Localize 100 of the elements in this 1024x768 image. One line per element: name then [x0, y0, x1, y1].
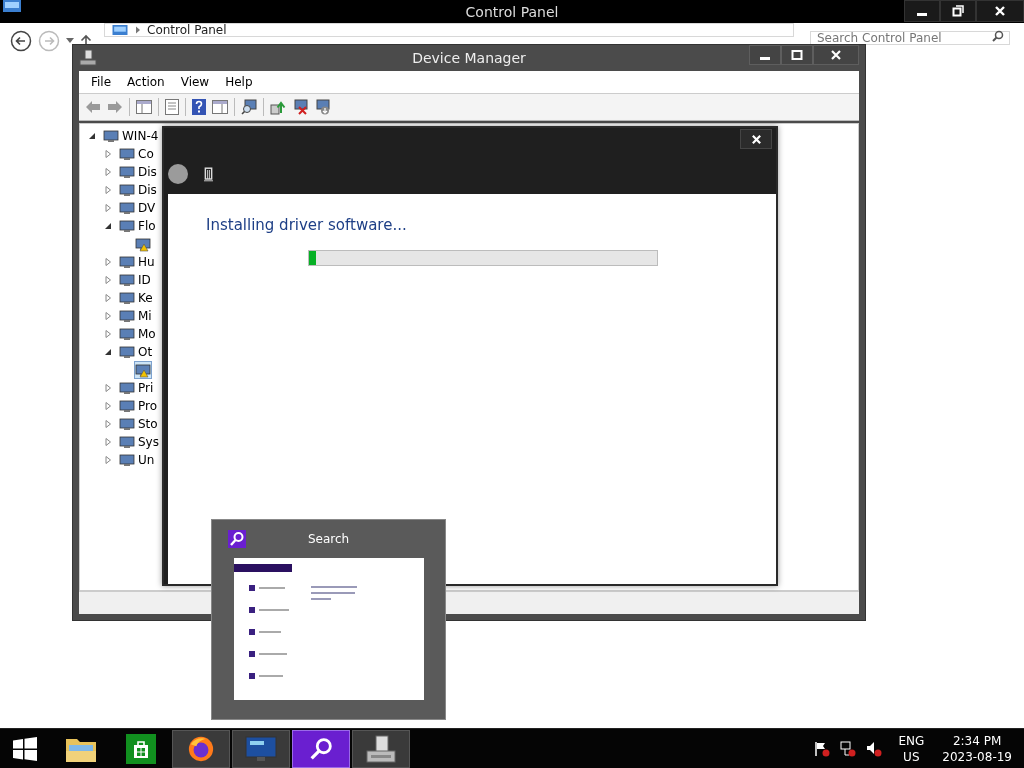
expand-arrow-icon[interactable] [104, 420, 112, 428]
taskbar-button[interactable] [352, 729, 410, 768]
device-icon [119, 380, 135, 396]
expand-arrow-icon[interactable] [104, 150, 112, 158]
collapse-arrow-icon[interactable] [88, 132, 96, 140]
properties-icon[interactable] [165, 99, 179, 115]
control-panel-icon [111, 25, 129, 35]
network-icon[interactable] [840, 740, 857, 757]
caret-icon[interactable] [66, 38, 74, 44]
tree-item[interactable]: WIN-4 [102, 127, 160, 145]
close-button[interactable] [813, 45, 859, 65]
expand-arrow-icon[interactable] [104, 402, 112, 410]
search-field[interactable]: Search Control Panel [810, 30, 1010, 45]
maximize-button[interactable] [781, 45, 813, 65]
back-arrow-icon[interactable] [85, 100, 101, 114]
expand-arrow-icon[interactable] [104, 204, 112, 212]
tree-item[interactable]: Dis [118, 181, 158, 199]
tree-item[interactable]: Un [118, 451, 156, 469]
minimize-icon [917, 12, 927, 16]
device-icon [119, 326, 135, 342]
tree-item[interactable]: Pro [118, 397, 159, 415]
device-icon [119, 200, 135, 216]
device-icon [119, 272, 135, 288]
device-icon [119, 182, 135, 198]
tree-item[interactable]: Hu [118, 253, 156, 271]
monitor-icon [245, 734, 277, 763]
browser-globe-icon [187, 734, 215, 763]
device-icon [204, 166, 213, 182]
update-driver-icon[interactable] [270, 99, 286, 115]
address-bar[interactable]: Control Panel [104, 23, 794, 37]
expand-arrow-icon[interactable] [104, 276, 112, 284]
help-icon[interactable] [192, 99, 206, 115]
expand-arrow-icon[interactable] [104, 168, 112, 176]
windows-logo-icon [13, 736, 37, 761]
menu-item[interactable]: View [172, 73, 218, 91]
minimize-icon [760, 56, 770, 60]
expand-arrow-icon[interactable] [104, 330, 112, 338]
maximize-icon [791, 49, 803, 61]
expand-arrow-icon[interactable] [104, 294, 112, 302]
taskbar-button[interactable] [172, 729, 230, 768]
action-pane-icon[interactable] [212, 100, 228, 114]
minimize-button[interactable] [904, 0, 940, 22]
expand-arrow-icon[interactable] [104, 186, 112, 194]
uninstall-icon[interactable] [314, 99, 330, 115]
tree-item[interactable]: Ot [118, 343, 154, 361]
forward-arrow-icon[interactable] [107, 100, 123, 114]
search-icon [992, 30, 1004, 42]
taskbar-thumbnail[interactable]: Search [211, 519, 446, 720]
store-bag-icon [126, 733, 156, 764]
disable-icon[interactable] [292, 99, 308, 115]
expand-arrow-icon[interactable] [104, 456, 112, 464]
flag-icon[interactable] [814, 740, 831, 757]
tree-item[interactable]: DV [118, 199, 157, 217]
window-title: Device Manager [412, 50, 526, 66]
speaker-icon[interactable] [866, 740, 883, 757]
tree-item[interactable]: Mo [118, 325, 157, 343]
device-icon [119, 344, 135, 360]
close-icon [830, 49, 842, 61]
close-button[interactable] [976, 0, 1024, 22]
menu-item[interactable]: Action [119, 73, 173, 91]
device-icon [135, 362, 151, 378]
tree-item[interactable]: Ke [118, 289, 154, 307]
tree-item[interactable] [134, 235, 152, 253]
collapse-arrow-icon[interactable] [104, 222, 112, 230]
device-icon [119, 218, 135, 234]
taskbar-button[interactable] [232, 729, 290, 768]
tree-item[interactable]: Sys [118, 433, 160, 451]
expand-arrow-icon[interactable] [104, 438, 112, 446]
restore-button[interactable] [940, 0, 976, 22]
device-icon [135, 236, 151, 252]
tree-item[interactable]: Sto [118, 415, 159, 433]
expand-arrow-icon[interactable] [104, 258, 112, 266]
collapse-arrow-icon[interactable] [104, 348, 112, 356]
tree-item[interactable]: ID [118, 271, 152, 289]
menu-item[interactable]: File [83, 73, 120, 91]
menu-item[interactable]: Help [217, 73, 261, 91]
expand-arrow-icon[interactable] [104, 312, 112, 320]
device-icon [103, 128, 119, 144]
status-message: Installing driver software... [206, 216, 408, 234]
device-icon [119, 308, 135, 324]
chevron-icon [135, 25, 141, 35]
device-icon [119, 434, 135, 450]
expand-arrow-icon[interactable] [104, 384, 112, 392]
tree-item[interactable]: Dis [118, 163, 158, 181]
language-indicator[interactable]: ENG US [898, 732, 925, 765]
close-button[interactable] [740, 129, 772, 149]
clock[interactable]: 2:34 PM 2023-08-19 [942, 732, 1012, 765]
computer-icon [79, 49, 97, 67]
tree-item[interactable]: Mi [118, 307, 153, 325]
tree-item[interactable]: Co [118, 145, 155, 163]
taskbar-button[interactable] [292, 729, 350, 768]
minimize-button[interactable] [749, 45, 781, 65]
scan-icon[interactable] [241, 99, 257, 115]
tree-item[interactable]: Flo [118, 217, 157, 235]
console-tree-icon[interactable] [136, 100, 152, 114]
tree-item[interactable]: Pri [118, 379, 155, 397]
tree-item[interactable] [134, 361, 152, 379]
control-panel-icon [3, 0, 21, 12]
breadcrumb-item[interactable]: Control Panel [147, 24, 227, 36]
close-icon [994, 5, 1006, 17]
